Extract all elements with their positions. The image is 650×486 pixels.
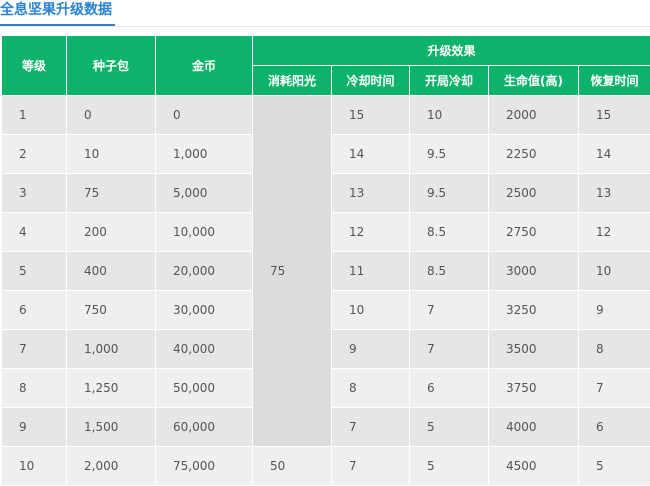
cell-coins: 75,000: [156, 447, 253, 486]
title-bar: 全息坚果升级数据: [0, 0, 650, 27]
cell-level: 5: [2, 252, 67, 291]
cell-health: 4000: [489, 408, 579, 447]
cell-seed-pack: 400: [67, 252, 156, 291]
header-level: 等级: [2, 36, 67, 96]
cell-seed-pack: 0: [67, 96, 156, 135]
table-row: 102,00075,000507545005: [2, 447, 650, 486]
cell-cooldown: 15: [332, 96, 410, 135]
cell-level: 1: [2, 96, 67, 135]
cell-seed-pack: 75: [67, 174, 156, 213]
cell-coins: 5,000: [156, 174, 253, 213]
cell-start-cooldown: 7: [410, 291, 489, 330]
table-row: 100751510200015: [2, 96, 650, 135]
cell-coins: 60,000: [156, 408, 253, 447]
cell-health: 3500: [489, 330, 579, 369]
cell-recovery-time: 6: [579, 408, 650, 447]
cell-health: 2250: [489, 135, 579, 174]
cell-cooldown: 13: [332, 174, 410, 213]
cell-sun-cost-merged: 75: [253, 96, 332, 447]
header-upgrade-effect: 升级效果: [253, 36, 650, 66]
cell-recovery-time: 13: [579, 174, 650, 213]
cell-sun-cost: 50: [253, 447, 332, 486]
cell-seed-pack: 1,500: [67, 408, 156, 447]
cell-start-cooldown: 9.5: [410, 174, 489, 213]
cell-health: 3000: [489, 252, 579, 291]
cell-seed-pack: 1,000: [67, 330, 156, 369]
cell-recovery-time: 12: [579, 213, 650, 252]
cell-level: 9: [2, 408, 67, 447]
upgrade-table: 等级 种子包 金币 升级效果 消耗阳光 冷却时间 开局冷却 生命值(高) 恢复时…: [1, 35, 650, 486]
header-recovery-time: 恢复时间: [579, 66, 650, 96]
cell-cooldown: 12: [332, 213, 410, 252]
cell-recovery-time: 7: [579, 369, 650, 408]
cell-seed-pack: 1,250: [67, 369, 156, 408]
cell-coins: 40,000: [156, 330, 253, 369]
cell-recovery-time: 5: [579, 447, 650, 486]
cell-seed-pack: 10: [67, 135, 156, 174]
cell-recovery-time: 8: [579, 330, 650, 369]
cell-recovery-time: 10: [579, 252, 650, 291]
cell-level: 8: [2, 369, 67, 408]
cell-cooldown: 11: [332, 252, 410, 291]
cell-recovery-time: 15: [579, 96, 650, 135]
table-body: 1007515102000152101,000149.52250143755,0…: [2, 96, 650, 486]
cell-health: 3750: [489, 369, 579, 408]
cell-start-cooldown: 7: [410, 330, 489, 369]
cell-cooldown: 7: [332, 408, 410, 447]
cell-cooldown: 10: [332, 291, 410, 330]
cell-recovery-time: 14: [579, 135, 650, 174]
cell-level: 4: [2, 213, 67, 252]
cell-cooldown: 8: [332, 369, 410, 408]
cell-coins: 20,000: [156, 252, 253, 291]
cell-level: 2: [2, 135, 67, 174]
header-seed-pack: 种子包: [67, 36, 156, 96]
cell-start-cooldown: 6: [410, 369, 489, 408]
cell-level: 6: [2, 291, 67, 330]
cell-start-cooldown: 8.5: [410, 252, 489, 291]
cell-coins: 50,000: [156, 369, 253, 408]
header-health: 生命值(高): [489, 66, 579, 96]
cell-seed-pack: 2,000: [67, 447, 156, 486]
cell-health: 2750: [489, 213, 579, 252]
cell-level: 7: [2, 330, 67, 369]
cell-start-cooldown: 9.5: [410, 135, 489, 174]
cell-health: 4500: [489, 447, 579, 486]
page-title: 全息坚果升级数据: [0, 0, 115, 26]
cell-seed-pack: 750: [67, 291, 156, 330]
cell-cooldown: 9: [332, 330, 410, 369]
cell-coins: 30,000: [156, 291, 253, 330]
cell-coins: 0: [156, 96, 253, 135]
cell-seed-pack: 200: [67, 213, 156, 252]
cell-health: 3250: [489, 291, 579, 330]
header-cooldown: 冷却时间: [332, 66, 410, 96]
header-coins: 金币: [156, 36, 253, 96]
header-sun-cost: 消耗阳光: [253, 66, 332, 96]
cell-health: 2000: [489, 96, 579, 135]
cell-health: 2500: [489, 174, 579, 213]
cell-start-cooldown: 5: [410, 447, 489, 486]
cell-coins: 1,000: [156, 135, 253, 174]
cell-cooldown: 7: [332, 447, 410, 486]
cell-coins: 10,000: [156, 213, 253, 252]
cell-start-cooldown: 8.5: [410, 213, 489, 252]
cell-start-cooldown: 10: [410, 96, 489, 135]
header-start-cooldown: 开局冷却: [410, 66, 489, 96]
cell-recovery-time: 9: [579, 291, 650, 330]
cell-level: 10: [2, 447, 67, 486]
cell-start-cooldown: 5: [410, 408, 489, 447]
cell-cooldown: 14: [332, 135, 410, 174]
cell-level: 3: [2, 174, 67, 213]
